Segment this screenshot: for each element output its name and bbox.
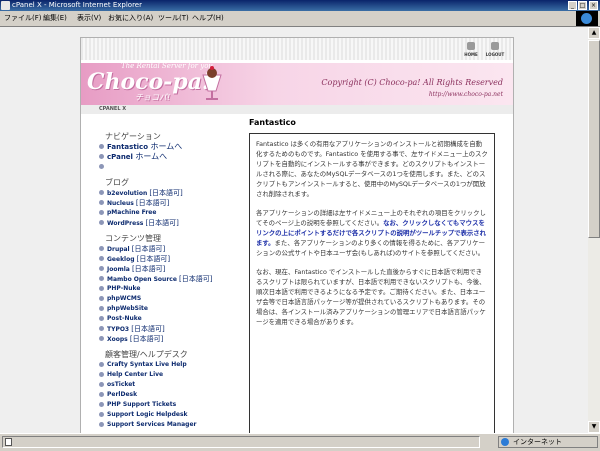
logout-label: LOGOUT: [485, 52, 505, 57]
bullet-icon: [99, 286, 104, 291]
logout-icon: [491, 42, 499, 50]
app-link-php-support-tickets[interactable]: PHP Support Tickets: [97, 400, 247, 410]
scroll-up-icon[interactable]: ▲: [588, 27, 600, 39]
page-container: HOME LOGOUT The Rental Server for you Ch…: [80, 37, 514, 433]
intro-paragraph: Fantastico は多くの有用なアプリケーションのインストールと初期構成を自…: [256, 140, 488, 198]
zone-label: インターネット: [513, 438, 562, 446]
app-link-pmachine-free[interactable]: pMachine Free: [97, 208, 247, 218]
app-link-support-logic[interactable]: Support Logic Helpdesk: [97, 410, 247, 420]
bullet-icon: [99, 144, 104, 149]
bullet-icon: [99, 392, 104, 397]
nav-item-cpanel-home[interactable]: cPanel ホームへ: [97, 152, 247, 162]
page-done-icon: [5, 438, 12, 446]
app-link-osticket[interactable]: osTicket: [97, 380, 247, 390]
app-link-xoops[interactable]: Xoops [日本語可]: [97, 334, 247, 344]
ie-throbber-icon: [576, 11, 598, 26]
bullet-icon: [99, 266, 104, 271]
app-link-phpwebsite[interactable]: phpWebSite: [97, 304, 247, 314]
menu-bar: ファイル(F) 編集(E) 表示(V) お気に入り(A) ツール(T) ヘルプ(…: [0, 11, 600, 27]
status-text-panel: [2, 436, 480, 448]
menu-help[interactable]: ヘルプ(H): [192, 13, 224, 23]
bullet-icon: [99, 210, 104, 215]
scroll-down-icon[interactable]: ▼: [588, 421, 600, 433]
main-content: Fantastico Fantastico は多くの有用なアプリケーションのイン…: [249, 117, 495, 433]
app-link-perldesk[interactable]: PerlDesk: [97, 390, 247, 400]
site-url: http://www.choco-pa.net: [428, 91, 503, 98]
logo-jp: チョコパ!: [135, 93, 171, 102]
menu-file[interactable]: ファイル(F): [4, 13, 42, 23]
section-title-blog: ブログ: [105, 178, 129, 187]
nav-item-fantastico-home[interactable]: Fantastico ホームへ: [97, 142, 247, 152]
page-title: Fantastico: [249, 118, 296, 127]
internet-zone-icon: [501, 438, 509, 446]
status-bar: インターネット: [0, 433, 600, 451]
bullet-icon: [99, 422, 104, 427]
breadcrumb-cpanel[interactable]: CPANEL X: [99, 106, 126, 112]
header-banner: The Rental Server for you Choco-pa! チョコパ…: [81, 62, 513, 105]
vertical-scrollbar[interactable]: ▲ ▼: [588, 27, 600, 433]
home-icon: [467, 42, 475, 50]
bullet-icon: [99, 372, 104, 377]
section-title-cms: コンテンツ管理: [105, 234, 161, 243]
bullet-icon: [99, 306, 104, 311]
app-link-b2evolution[interactable]: b2evolution [日本語可]: [97, 188, 247, 198]
app-link-crafty-syntax[interactable]: Crafty Syntax Live Help: [97, 360, 247, 370]
menu-tools[interactable]: ツール(T): [158, 13, 189, 23]
app-link-help-center-live[interactable]: Help Center Live: [97, 370, 247, 380]
copyright-text: Copyright (C) Choco-pa! All Rights Reser…: [321, 78, 503, 87]
sidebar: ナビゲーション Fantastico ホームへ cPanel ホームへ ブログ …: [97, 117, 247, 430]
app-link-wordpress[interactable]: WordPress [日本語可]: [97, 218, 247, 228]
app-link-drupal[interactable]: Drupal [日本語可]: [97, 244, 247, 254]
title-bar: cPanel X - Microsoft Internet Explorer _…: [0, 0, 600, 11]
bullet-icon: [99, 316, 104, 321]
window-title: cPanel X - Microsoft Internet Explorer: [12, 1, 142, 9]
app-link-joomla[interactable]: Joomla [日本語可]: [97, 264, 247, 274]
section-title-helpdesk: 顧客管理/ヘルプデスク: [105, 350, 188, 359]
bullet-icon: [99, 276, 104, 281]
app-link-php-nuke[interactable]: PHP-Nuke: [97, 284, 247, 294]
bullet-icon: [99, 402, 104, 407]
bullet-icon: [99, 256, 104, 261]
app-link-geeklog[interactable]: Geeklog [日本語可]: [97, 254, 247, 264]
menu-view[interactable]: 表示(V): [77, 13, 101, 23]
language-note-paragraph: なお、現在、Fantastico でインストールした直後からすぐに日本語で利用で…: [256, 268, 486, 326]
bullet-icon: [99, 220, 104, 225]
description-box: Fantastico は多くの有用なアプリケーションのインストールと初期構成を自…: [249, 133, 495, 433]
ie-app-icon: [1, 1, 10, 10]
bullet-icon: [99, 382, 104, 387]
bullet-icon: [99, 296, 104, 301]
maximize-button[interactable]: □: [578, 1, 587, 10]
app-link-typo3[interactable]: TYPO3 [日本語可]: [97, 324, 247, 334]
close-button[interactable]: ×: [589, 1, 598, 10]
app-link-post-nuke[interactable]: Post-Nuke: [97, 314, 247, 324]
nav-item-empty[interactable]: [97, 162, 247, 172]
bullet-icon: [99, 362, 104, 367]
parfait-illustration: [202, 66, 222, 100]
bullet-icon: [99, 190, 104, 195]
bullet-icon: [99, 336, 104, 341]
top-toolbar: HOME LOGOUT: [81, 38, 513, 60]
app-link-phpwcms[interactable]: phpWCMS: [97, 294, 247, 304]
app-link-nucleus[interactable]: Nucleus [日本語可]: [97, 198, 247, 208]
browser-viewport: HOME LOGOUT The Rental Server for you Ch…: [0, 27, 588, 433]
app-link-mambo[interactable]: Mambo Open Source [日本語可]: [97, 274, 247, 284]
bullet-icon: [99, 246, 104, 251]
bullet-icon: [99, 154, 104, 159]
breadcrumb: CPANEL X: [81, 105, 513, 114]
menu-edit[interactable]: 編集(E): [43, 13, 67, 23]
minimize-button[interactable]: _: [568, 1, 577, 10]
app-link-support-services-manager[interactable]: Support Services Manager: [97, 420, 247, 430]
security-zone: インターネット: [498, 436, 598, 448]
bullet-icon: [99, 200, 104, 205]
usage-paragraph: 各アプリケーションの詳細は左サイドメニュー上のそれぞれの項目をクリックしてそのペ…: [256, 209, 487, 257]
bullet-icon: [99, 412, 104, 417]
menu-favorites[interactable]: お気に入り(A): [108, 13, 153, 23]
bullet-icon: [99, 164, 104, 169]
scroll-thumb[interactable]: [588, 40, 600, 238]
logout-button[interactable]: LOGOUT: [481, 42, 509, 57]
section-title-navigation: ナビゲーション: [105, 132, 161, 141]
bullet-icon: [99, 326, 104, 331]
